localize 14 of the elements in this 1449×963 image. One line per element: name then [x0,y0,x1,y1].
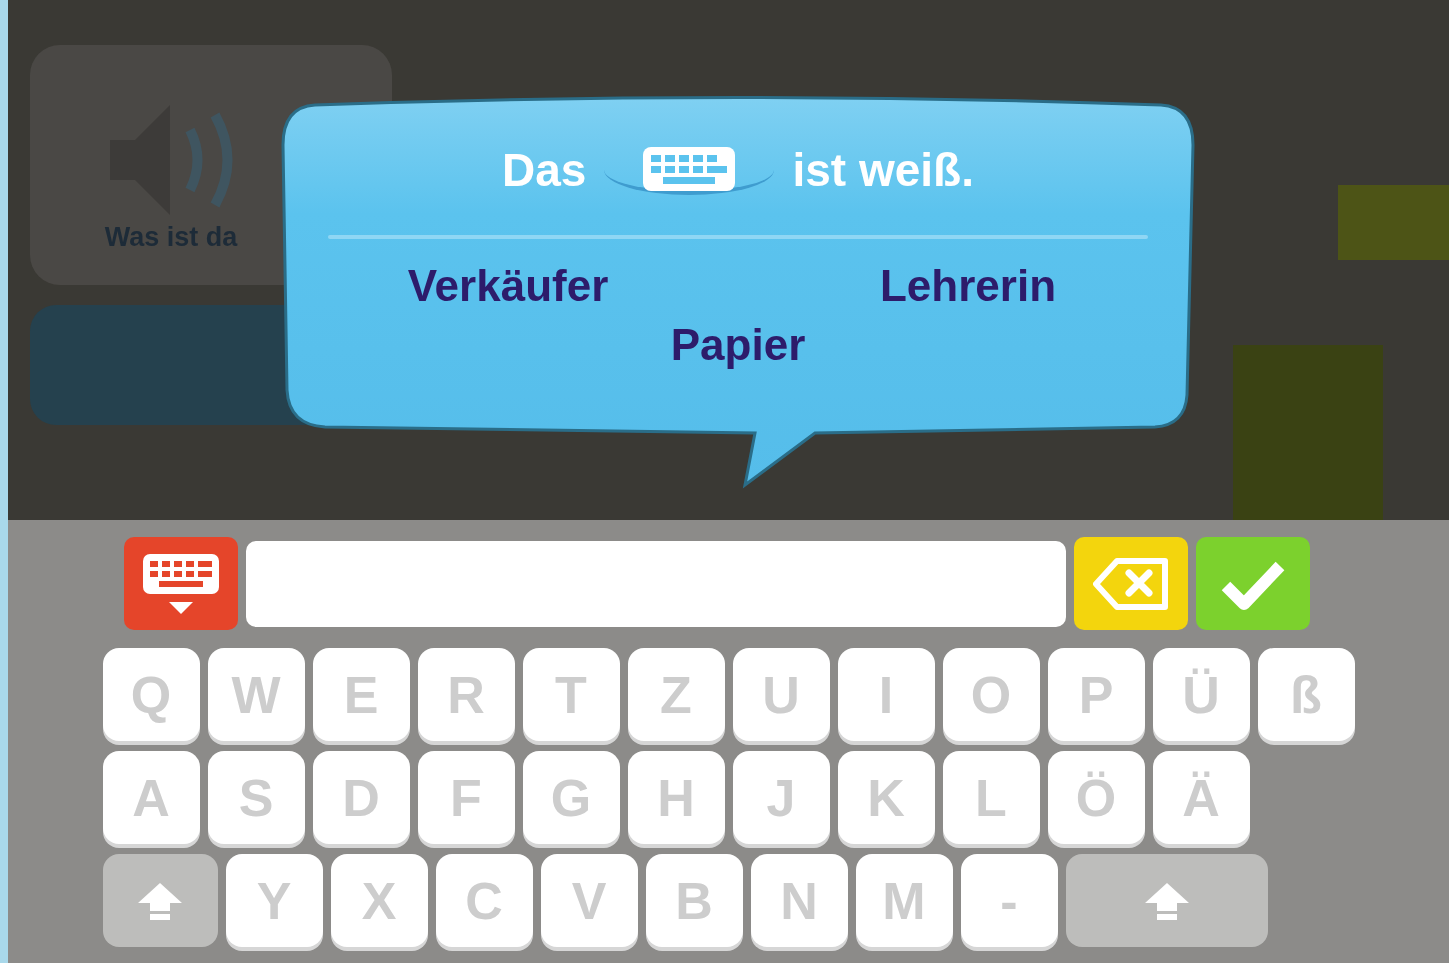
shift-key[interactable] [1065,854,1268,947]
keyboard-icon [641,145,738,193]
answer-option[interactable]: Lehrerin [879,261,1056,312]
answer-option[interactable]: Verkäufer [407,261,609,312]
backspace-button[interactable] [1073,537,1188,630]
sentence-start: Das [502,147,587,193]
confirm-button[interactable] [1195,537,1310,630]
answer-option[interactable]: Papier [670,319,806,371]
answer-input[interactable] [245,541,1066,627]
sentence-end: ist weiß. [792,147,974,193]
keyboard-icon [140,551,221,616]
backspace-icon [1092,557,1169,610]
hide-keyboard-button[interactable] [123,537,238,630]
shift-key[interactable] [102,854,218,947]
